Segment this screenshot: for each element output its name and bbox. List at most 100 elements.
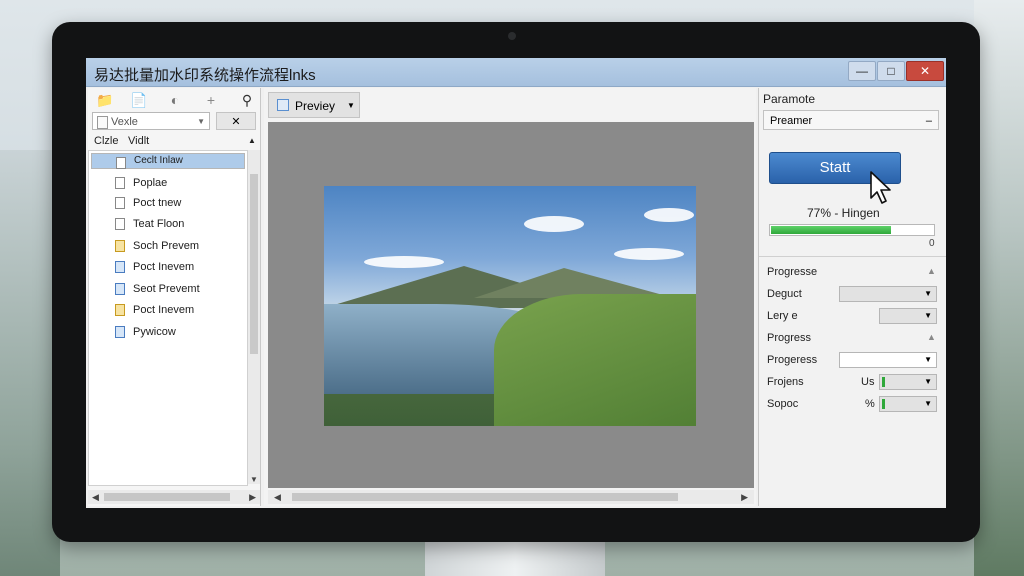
monitor-stand (425, 540, 605, 576)
file-item-label: Teat Floon (133, 218, 185, 230)
deguct-select[interactable]: ▼ (839, 286, 937, 302)
preview-hscrollbar[interactable]: ◀ ▶ (268, 490, 754, 504)
file-item-label: Seot Prevemt (133, 283, 200, 295)
grass-field (494, 294, 696, 426)
image-file-icon (115, 326, 125, 338)
file-item-label: Ceclt Inlaw (134, 155, 183, 166)
row-value: Us (861, 376, 875, 388)
mouse-cursor-icon (870, 171, 891, 204)
close-button[interactable]: ✕ (906, 61, 944, 81)
parameter-dropdown[interactable]: Preamer – (763, 110, 939, 130)
chevron-down-icon: ▼ (924, 311, 932, 320)
add-icon[interactable]: + (202, 91, 220, 109)
scroll-down-icon[interactable]: ▼ (248, 475, 260, 484)
file-item[interactable]: Soch Prevem (91, 237, 245, 256)
scrollbar-thumb[interactable] (292, 493, 678, 501)
row-label: Progress (767, 332, 812, 344)
scroll-right-icon[interactable]: ▶ (249, 490, 256, 504)
file-item[interactable]: Ceclt Inlaw (91, 153, 245, 169)
file-item[interactable]: Pywicow (91, 323, 245, 342)
scrollbar-thumb[interactable] (250, 174, 258, 354)
sopoc-select[interactable]: ▼ (879, 396, 937, 412)
file-list-hscrollbar[interactable]: ◀ ▶ (88, 490, 260, 504)
preview-panel: Previey ▼ ◀ ▶ (264, 88, 756, 506)
document-icon (115, 197, 125, 209)
file-item[interactable]: Poct Inevem (91, 258, 245, 277)
progeress-select[interactable]: ▼ (839, 352, 937, 368)
file-item[interactable]: Poplae (91, 174, 245, 193)
column-header-value[interactable]: Vidlt (128, 132, 149, 150)
parameter-title: Paramote (763, 92, 816, 106)
webcam-icon (508, 32, 516, 40)
file-item[interactable]: Poct tnew (91, 194, 245, 213)
row-label: Deguct (767, 288, 802, 300)
row-label: Progeress (767, 354, 818, 366)
column-header: Clzle Vidlt ▲ (88, 132, 260, 150)
row-label: Lery e (767, 310, 798, 322)
rotate-icon[interactable]: ◐ (166, 91, 184, 109)
chevron-down-icon: ▼ (924, 399, 932, 408)
preview-image (324, 186, 696, 426)
open-folder-icon[interactable]: 📁 (96, 91, 114, 109)
lerye-select[interactable]: ▼ (879, 308, 937, 324)
view-dropdown-value: Vexle (111, 116, 138, 128)
maximize-button[interactable]: □ (877, 61, 905, 81)
clear-button[interactable]: ✕ (216, 112, 256, 130)
document-icon (116, 157, 126, 169)
frojens-select[interactable]: ▼ (879, 374, 937, 390)
chevron-down-icon: ▼ (924, 289, 932, 298)
progress-bar (769, 224, 935, 236)
image-file-icon (115, 304, 125, 316)
new-file-icon[interactable]: 📄 (130, 91, 148, 109)
preview-canvas[interactable] (268, 122, 754, 488)
chevron-down-icon: ▼ (924, 355, 932, 364)
row-value: % (865, 398, 875, 410)
scroll-left-icon[interactable]: ◀ (274, 490, 281, 504)
progress-end-label: 0 (929, 238, 935, 249)
chevron-down-icon: ▼ (347, 101, 355, 110)
dropdown-arrow-icon: – (925, 115, 932, 127)
search-icon[interactable]: ⚲ (238, 91, 256, 109)
cloud (524, 216, 584, 232)
app-window: 易达批量加水印系统操作流程lnks — □ ✕ 📁 📄 ◐ + ⚲ Vexle … (86, 58, 946, 508)
divider (759, 256, 946, 257)
image-file-icon (115, 283, 125, 295)
scroll-up-icon[interactable]: ▲ (927, 266, 936, 276)
file-item[interactable]: Teat Floon (91, 215, 245, 234)
preview-icon (277, 99, 289, 111)
background-landscape-right (974, 0, 1024, 576)
document-icon (115, 177, 125, 189)
image-file-icon (115, 261, 125, 273)
column-header-name[interactable]: Clzle (94, 132, 118, 150)
chevron-down-icon: ▼ (197, 117, 205, 126)
scroll-up-icon[interactable]: ▲ (248, 132, 256, 150)
cloud (644, 208, 694, 222)
parameter-panel: Paramote Preamer – Statt 77% - Hingen 0 … (758, 88, 946, 506)
view-dropdown[interactable]: Vexle ▼ (92, 112, 210, 130)
file-list-scrollbar[interactable]: ▼ (248, 150, 260, 484)
file-toolbar: 📁 📄 ◐ + ⚲ (88, 88, 260, 112)
window-title: 易达批量加水印系统操作流程lnks (94, 67, 316, 84)
file-item-label: Poct Inevem (133, 304, 195, 316)
preview-tab[interactable]: Previey ▼ (268, 92, 360, 118)
spinner-icon[interactable]: ▲ (927, 332, 936, 342)
file-item-label: Poplae (133, 177, 168, 189)
title-bar: 易达批量加水印系统操作流程lnks — □ ✕ (86, 58, 946, 87)
scroll-right-icon[interactable]: ▶ (741, 490, 748, 504)
file-item[interactable]: Poct Inevem (91, 301, 245, 320)
file-panel: 📁 📄 ◐ + ⚲ Vexle ▼ ✕ Clzle Vidlt ▲ Ceclt … (88, 88, 261, 506)
preview-tab-label: Previey (295, 99, 336, 113)
file-item-label: Poct tnew (133, 197, 182, 209)
chevron-down-icon: ▼ (924, 377, 932, 386)
scrollbar-thumb[interactable] (104, 493, 230, 501)
minimize-button[interactable]: — (848, 61, 876, 81)
green-indicator (882, 377, 885, 387)
file-item[interactable]: Seot Prevemt (91, 280, 245, 299)
apple-logo-icon (504, 512, 520, 530)
row-label: Progresse (767, 266, 818, 278)
background-landscape-left (0, 150, 60, 576)
parameter-dropdown-value: Preamer (770, 115, 813, 127)
scroll-left-icon[interactable]: ◀ (92, 490, 99, 504)
file-list: Ceclt Inlaw Poplae Poct tnew Teat Floon … (88, 150, 248, 486)
row-label: Sopoc (767, 398, 799, 410)
